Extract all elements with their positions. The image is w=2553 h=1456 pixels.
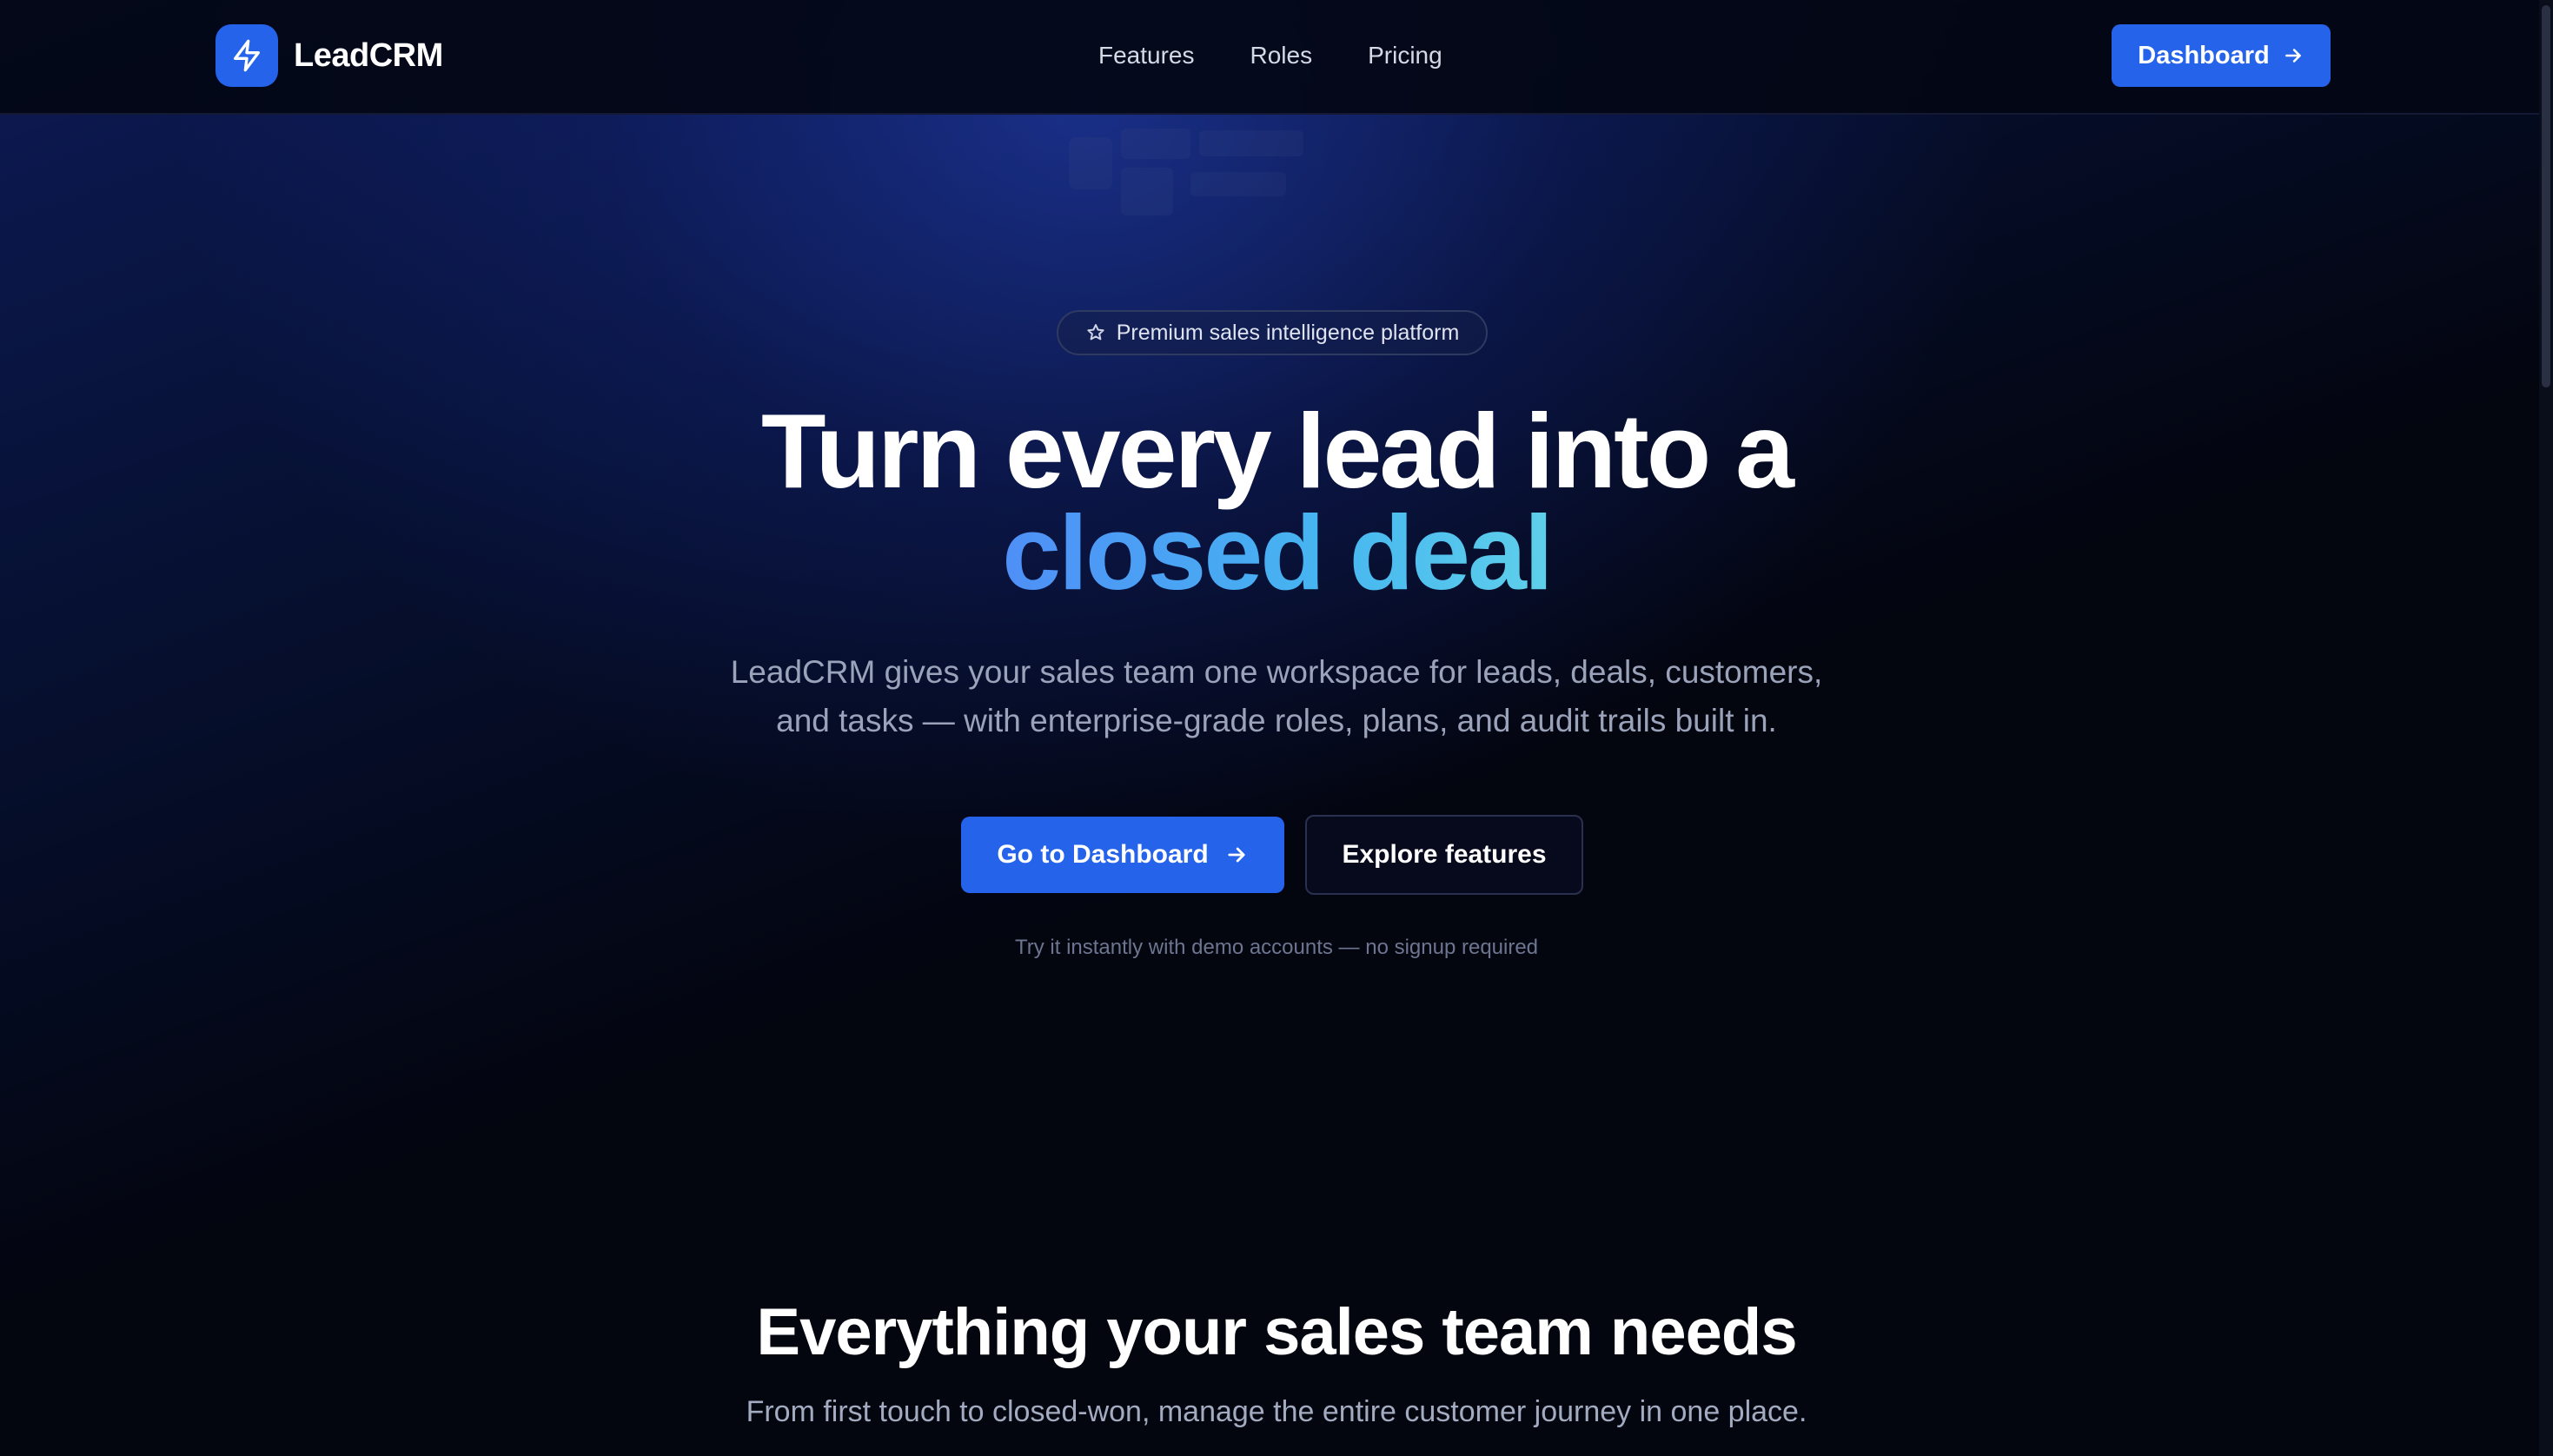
nav-links: Features Roles Pricing bbox=[1098, 38, 1442, 73]
demo-note: Try it instantly with demo accounts — no… bbox=[1014, 936, 1539, 959]
go-to-dashboard-button[interactable]: Go to Dashboard bbox=[961, 817, 1284, 893]
brand-logo[interactable]: LeadCRM bbox=[216, 24, 443, 87]
explore-features-button[interactable]: Explore features bbox=[1305, 815, 1583, 895]
landing-page: LeadCRM Features Roles Pricing Dashboard… bbox=[0, 0, 2553, 1456]
dashboard-button[interactable]: Dashboard bbox=[2112, 24, 2331, 87]
arrow-right-icon bbox=[1228, 847, 1245, 863]
scrollbar-thumb[interactable] bbox=[2542, 5, 2550, 387]
nav-link-roles[interactable]: Roles bbox=[1250, 42, 1313, 69]
top-navbar: LeadCRM Features Roles Pricing Dashboard bbox=[0, 0, 2553, 115]
hero-headline-highlight: closed deal bbox=[1002, 493, 1554, 612]
hero-badge: Premium sales intelligence platform bbox=[1057, 310, 1488, 355]
logo-badge bbox=[216, 24, 278, 87]
page-scrollbar[interactable] bbox=[2539, 0, 2553, 1456]
star-icon bbox=[1087, 324, 1104, 341]
dashboard-button-label: Dashboard bbox=[2138, 41, 2270, 69]
watermark-graphic bbox=[1069, 129, 1303, 215]
go-to-dashboard-label: Go to Dashboard bbox=[997, 840, 1209, 869]
features-subtitle: From first touch to closed-won, manage t… bbox=[746, 1395, 1807, 1428]
hero-description-line1: LeadCRM gives your sales team one worksp… bbox=[730, 654, 1823, 690]
nav-link-features[interactable]: Features bbox=[1098, 42, 1195, 69]
nav-link-pricing[interactable]: Pricing bbox=[1368, 42, 1442, 69]
hero-description-line2: and tasks — with enterprise-grade roles,… bbox=[776, 703, 1777, 738]
explore-features-label: Explore features bbox=[1342, 840, 1547, 869]
arrow-right-icon bbox=[2284, 49, 2301, 63]
features-title: Everything your sales team needs bbox=[756, 1295, 1797, 1369]
hero-badge-text: Premium sales intelligence platform bbox=[1116, 320, 1460, 345]
hero-headline-line2: closed deal bbox=[0, 500, 2553, 606]
brand-name: LeadCRM bbox=[294, 36, 443, 74]
lightning-bolt-icon bbox=[234, 39, 260, 72]
hero-headline-line1: Turn every lead into a bbox=[761, 392, 1794, 510]
